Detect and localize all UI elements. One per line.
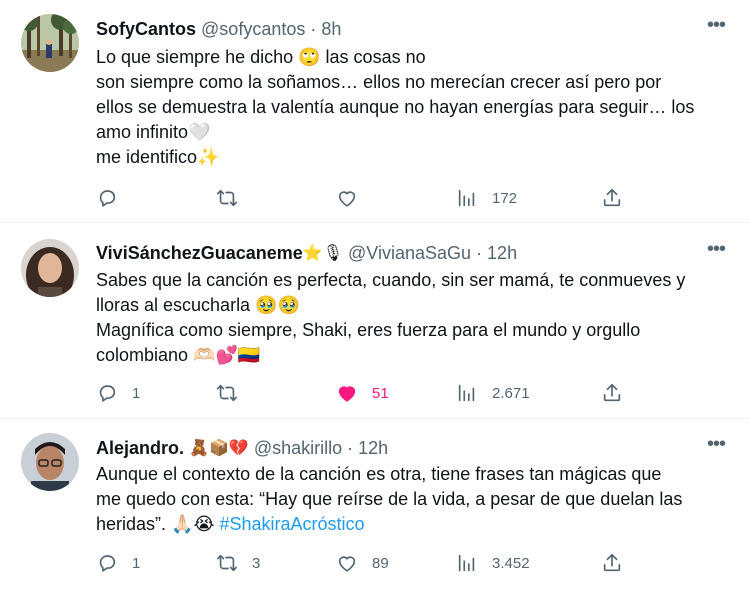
- share-icon: [603, 553, 621, 572]
- tweet-text-line: son siempre como la soñamos… ellos no me…: [96, 72, 662, 92]
- views-count: 2.671: [492, 384, 530, 402]
- views-button[interactable]: 3.452: [456, 550, 530, 576]
- tweet-text-line: Magnífica como siempre, Shaki, eres fuer…: [96, 320, 641, 340]
- retweet-icon: [217, 554, 237, 572]
- avatar[interactable]: [21, 433, 79, 491]
- views-icon: [458, 384, 475, 402]
- reply-count: 1: [132, 554, 141, 572]
- tweet-text-line: me identifico✨: [96, 147, 220, 167]
- tweet-text: Sabes que la canción es perfecta, cuando…: [96, 268, 726, 368]
- timestamp[interactable]: 12h: [358, 438, 388, 458]
- separator: ·: [305, 19, 322, 39]
- avatar[interactable]: [21, 14, 79, 72]
- like-icon: [338, 556, 356, 572]
- share-button[interactable]: [601, 550, 623, 576]
- views-button[interactable]: 2.671: [456, 380, 530, 406]
- retweet-button[interactable]: 3: [216, 550, 260, 576]
- views-count: 3.452: [492, 554, 530, 572]
- tweet-text: Aunque el contexto de la canción es otra…: [96, 462, 726, 537]
- tweet-text-line: Aunque el contexto de la canción es otra…: [96, 464, 662, 484]
- handle[interactable]: @sofycantos: [201, 19, 305, 39]
- display-name[interactable]: ViviSánchezGuacaneme: [96, 243, 303, 263]
- reply-count: 1: [132, 384, 141, 402]
- handle[interactable]: @shakirillo: [254, 438, 342, 458]
- retweet-button[interactable]: [216, 185, 252, 211]
- tweet-text-line: amo infinito🤍: [96, 122, 211, 142]
- like-button[interactable]: 51: [336, 380, 389, 406]
- tweet[interactable]: ViviSánchezGuacaneme⭐🎙 @VivianaSaGu · 12…: [0, 223, 750, 419]
- retweet-count: 3: [252, 554, 261, 572]
- separator: ·: [471, 243, 488, 263]
- display-name[interactable]: Alejandro.: [96, 438, 184, 458]
- retweet-button[interactable]: [216, 380, 252, 406]
- action-bar: 1 51 2.671: [96, 380, 736, 406]
- tweet-text-line: Lo que siempre he dicho 🙄 las cosas no: [96, 47, 426, 67]
- tweet-text-line: lloras al escucharla 🥹🥹: [96, 295, 300, 315]
- handle[interactable]: @VivianaSaGu: [348, 243, 471, 263]
- reply-button[interactable]: 1: [96, 380, 140, 406]
- timestamp[interactable]: 12h: [487, 243, 517, 263]
- name-emoji: ⭐🎙: [302, 245, 344, 262]
- reply-button[interactable]: [96, 185, 132, 211]
- reply-button[interactable]: 1: [96, 550, 140, 576]
- tweet-text-line: ellos se demuestra la valentía aunque no…: [96, 97, 695, 117]
- tweet-text: Lo que siempre he dicho 🙄 las cosas no s…: [96, 45, 726, 170]
- more-icon[interactable]: •••: [704, 434, 728, 459]
- tweet[interactable]: SofyCantos @sofycantos · 8h ••• Lo que s…: [0, 0, 750, 223]
- hashtag-link[interactable]: #ShakiraAcróstico: [219, 514, 364, 534]
- share-icon: [603, 383, 621, 402]
- views-button[interactable]: 172: [456, 185, 517, 211]
- share-button[interactable]: [601, 380, 623, 406]
- tweet[interactable]: Alejandro. 🧸📦💔 @shakirillo · 12h ••• Aun…: [0, 419, 750, 599]
- like-icon: [338, 191, 356, 207]
- avatar[interactable]: [21, 239, 79, 297]
- action-bar: 1 3 89 3.452: [96, 550, 736, 576]
- reply-icon: [99, 555, 116, 572]
- more-icon[interactable]: •••: [704, 239, 728, 264]
- timestamp[interactable]: 8h: [321, 19, 341, 39]
- retweet-icon: [217, 189, 237, 207]
- views-count: 172: [492, 189, 518, 207]
- name-emoji: 🧸📦💔: [189, 440, 249, 457]
- like-count: 51: [372, 384, 389, 402]
- action-bar: 172: [96, 185, 736, 211]
- tweet-text-line: colombiano 🫶🏻💕🇨🇴: [96, 345, 261, 365]
- tweet-header: Alejandro. 🧸📦💔 @shakirillo · 12h: [96, 437, 690, 459]
- like-icon: [338, 386, 356, 402]
- tweet-text-line: me quedo con esta: “Hay que reírse de la…: [96, 489, 683, 509]
- share-button[interactable]: [601, 185, 623, 211]
- more-icon[interactable]: •••: [704, 15, 728, 40]
- like-button[interactable]: 89: [336, 550, 389, 576]
- tweet-header: SofyCantos @sofycantos · 8h: [96, 18, 690, 40]
- reply-icon: [99, 190, 116, 207]
- display-name[interactable]: SofyCantos: [96, 19, 196, 39]
- views-icon: [458, 554, 475, 572]
- share-icon: [603, 188, 621, 207]
- tweet-header: ViviSánchezGuacaneme⭐🎙 @VivianaSaGu · 12…: [96, 242, 690, 264]
- tweet-text-line: Sabes que la canción es perfecta, cuando…: [96, 270, 686, 290]
- retweet-icon: [217, 384, 237, 402]
- views-icon: [458, 189, 475, 207]
- like-button[interactable]: [336, 185, 372, 211]
- reply-icon: [99, 385, 116, 402]
- like-count: 89: [372, 554, 389, 572]
- separator: ·: [342, 438, 359, 458]
- tweet-text-segment: heridas”. 🙏🏻😭: [96, 514, 220, 534]
- tweet-text-line: heridas”. 🙏🏻😭 #ShakiraAcróstico: [96, 512, 726, 537]
